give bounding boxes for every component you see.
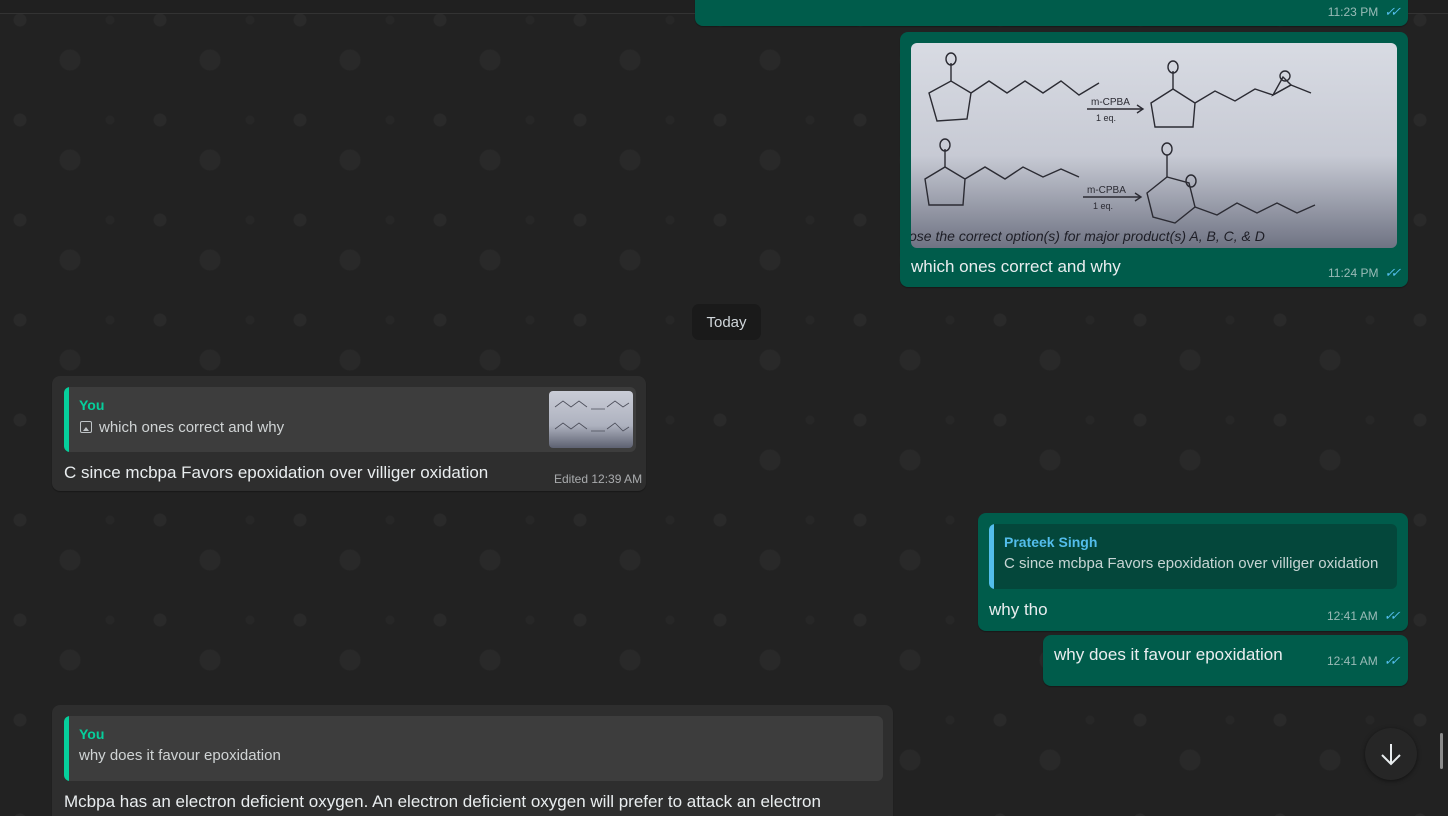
message-time: 11:24 PM [1328,266,1379,280]
image-message-caption: which ones correct and why [911,257,1121,276]
message-time: 12:41 AM [1327,609,1378,623]
quote-text: C since mcbpa Favors epoxidation over vi… [1004,555,1379,572]
quoted-message[interactable]: You why does it favour epoxidation [64,716,883,781]
reagent-label-1: m-CPBA [1091,97,1130,108]
scroll-to-bottom-button[interactable] [1365,728,1417,780]
outgoing-message-meta: 12:41 AM ✓✓ [1327,608,1401,624]
scrollbar-thumb[interactable] [1440,733,1443,769]
image-icon [80,421,92,433]
photo-caption-text: ose the correct option(s) for major prod… [911,228,1265,244]
chemistry-photo[interactable]: m-CPBA 1 eq. m-CPBA 1 eq. ose the correc… [911,43,1397,248]
message-time: 12:41 AM [1327,654,1378,668]
quote-text: why does it favour epoxidation [79,747,281,764]
chat-area: 11:23 PM ✓✓ m-CPBA 1 eq. m-CPBA 1 eq. os… [0,0,1448,816]
outgoing-message-text: why tho [989,600,1048,619]
double-check-icon: ✓✓ [1383,608,1401,623]
quote-bar [64,716,69,781]
message-bubble-partial[interactable]: 11:23 PM ✓✓ [695,0,1408,26]
quote-author: You [79,726,105,742]
double-check-icon: ✓✓ [1384,265,1401,280]
reagent-label-2: m-CPBA [1087,185,1126,196]
incoming-message-text: C since mcbpa Favors epoxidation over vi… [64,463,489,482]
eq-label-1: 1 eq. [1096,113,1116,123]
double-check-icon: ✓✓ [1383,653,1401,668]
date-divider: Today [692,304,761,340]
reaction-scheme-image: m-CPBA 1 eq. m-CPBA 1 eq. ose the correc… [911,52,1316,244]
quoted-message[interactable]: Prateek Singh C since mcbpa Favors epoxi… [989,524,1397,589]
eq-label-2: 1 eq. [1093,201,1113,211]
image-message-meta: 11:24 PM ✓✓ [1328,265,1401,281]
incoming-message-meta: Edited 12:39 AM [554,472,643,486]
incoming-message-text: Mcbpa has an electron deficient oxygen. … [64,792,821,811]
double-check-icon: ✓✓ [1384,4,1401,19]
quote-thumbnail [549,391,633,448]
message-meta: 11:23 PM ✓✓ [1327,4,1401,20]
arrow-down-icon [1381,744,1401,766]
message-time: 11:23 PM [1327,5,1379,19]
quote-bar [64,387,69,452]
quote-bar [989,524,994,589]
quote-author: Prateek Singh [1004,534,1098,550]
quote-text: which ones correct and why [99,419,285,436]
quote-author: You [79,397,105,413]
outgoing-message-meta: 12:41 AM ✓✓ [1327,653,1401,669]
outgoing-message-text: why does it favour epoxidation [1054,645,1283,664]
